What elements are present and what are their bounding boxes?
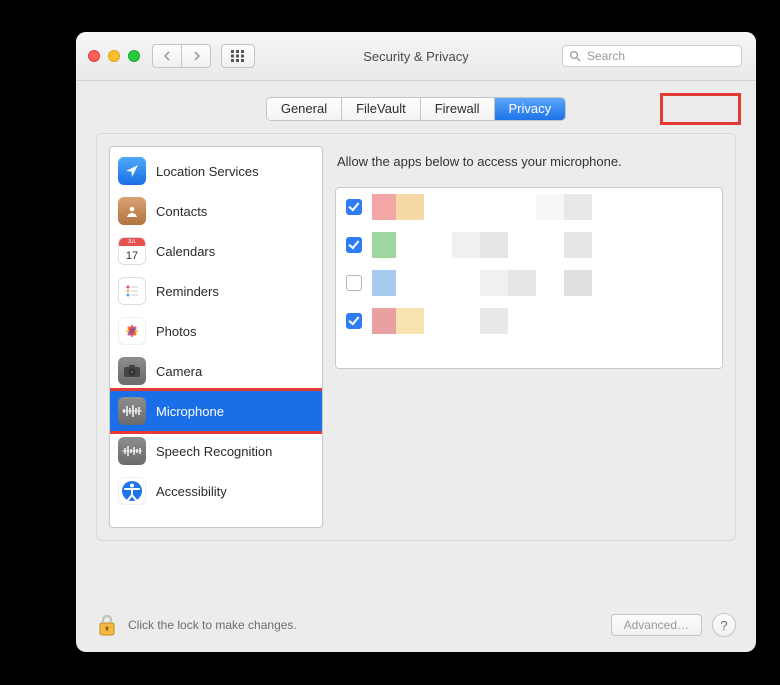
app-checkbox[interactable] [346, 237, 362, 253]
app-row [336, 188, 722, 226]
highlight-privacy-tab [660, 93, 741, 125]
sidebar-item-label: Microphone [156, 404, 224, 419]
tab-general[interactable]: General [267, 98, 342, 120]
lock-button[interactable] [96, 612, 118, 638]
sidebar-item-label: Accessibility [156, 484, 227, 499]
sidebar-item-photos[interactable]: Photos [110, 311, 322, 351]
sidebar-item-microphone[interactable]: Microphone [110, 391, 322, 431]
forward-button[interactable] [182, 44, 211, 68]
footer: Click the lock to make changes. Advanced… [96, 612, 736, 638]
sidebar-item-label: Photos [156, 324, 196, 339]
chevron-left-icon [163, 51, 172, 61]
accessibility-icon [118, 477, 146, 505]
camera-icon [118, 357, 146, 385]
privacy-panel: Location Services Contacts JUL17 Calendars R… [96, 133, 736, 541]
app-checkbox[interactable] [346, 199, 362, 215]
app-name-redacted [372, 232, 712, 258]
microphone-icon [118, 397, 146, 425]
window-controls [88, 50, 140, 62]
tab-firewall[interactable]: Firewall [421, 98, 495, 120]
tab-bar: GeneralFileVaultFirewallPrivacy [266, 97, 566, 121]
sidebar-item-label: Camera [156, 364, 202, 379]
reminders-icon [118, 277, 146, 305]
grid-icon [231, 50, 245, 62]
photos-icon [118, 317, 146, 345]
search-input[interactable] [585, 48, 744, 64]
sidebar-item-calendars[interactable]: JUL17 Calendars [110, 231, 322, 271]
speech-icon [118, 437, 146, 465]
app-row [336, 226, 722, 264]
sidebar-item-contacts[interactable]: Contacts [110, 191, 322, 231]
sidebar-item-location[interactable]: Location Services [110, 151, 322, 191]
app-name-redacted [372, 194, 712, 220]
close-window-button[interactable] [88, 50, 100, 62]
tabs-container: GeneralFileVaultFirewallPrivacy [96, 97, 736, 121]
search-icon [569, 50, 581, 62]
show-all-button[interactable] [221, 44, 255, 68]
sidebar-item-speech[interactable]: Speech Recognition [110, 431, 322, 471]
sidebar-item-camera[interactable]: Camera [110, 351, 322, 391]
app-row [336, 264, 722, 302]
back-button[interactable] [152, 44, 182, 68]
zoom-window-button[interactable] [128, 50, 140, 62]
tab-privacy[interactable]: Privacy [495, 98, 566, 120]
help-button[interactable]: ? [712, 613, 736, 637]
sidebar-item-reminders[interactable]: Reminders [110, 271, 322, 311]
app-name-redacted [372, 308, 712, 334]
location-icon [118, 157, 146, 185]
sidebar-item-label: Location Services [156, 164, 259, 179]
sidebar-item-label: Calendars [156, 244, 215, 259]
app-list [335, 187, 723, 369]
titlebar: Security & Privacy [76, 32, 756, 81]
search-field[interactable] [562, 45, 742, 67]
sidebar-item-label: Reminders [156, 284, 219, 299]
app-checkbox[interactable] [346, 275, 362, 291]
nav-buttons [152, 44, 211, 68]
content-area: Allow the apps below to access your micr… [335, 146, 723, 528]
advanced-button[interactable]: Advanced… [611, 614, 702, 636]
app-checkbox[interactable] [346, 313, 362, 329]
sidebar-item-accessibility[interactable]: Accessibility [110, 471, 322, 511]
tab-filevault[interactable]: FileVault [342, 98, 421, 120]
lock-icon [97, 613, 117, 637]
body: GeneralFileVaultFirewallPrivacy Location… [76, 81, 756, 557]
minimize-window-button[interactable] [108, 50, 120, 62]
contacts-icon [118, 197, 146, 225]
lock-text: Click the lock to make changes. [128, 618, 611, 632]
app-name-redacted [372, 270, 712, 296]
description-text: Allow the apps below to access your micr… [337, 154, 721, 169]
preferences-window: Security & Privacy GeneralFileVaultFirew… [76, 32, 756, 652]
privacy-sidebar: Location Services Contacts JUL17 Calendars R… [109, 146, 323, 528]
calendar-icon: JUL17 [118, 237, 146, 265]
sidebar-item-label: Contacts [156, 204, 207, 219]
sidebar-item-label: Speech Recognition [156, 444, 272, 459]
chevron-right-icon [192, 51, 201, 61]
app-row [336, 302, 722, 340]
